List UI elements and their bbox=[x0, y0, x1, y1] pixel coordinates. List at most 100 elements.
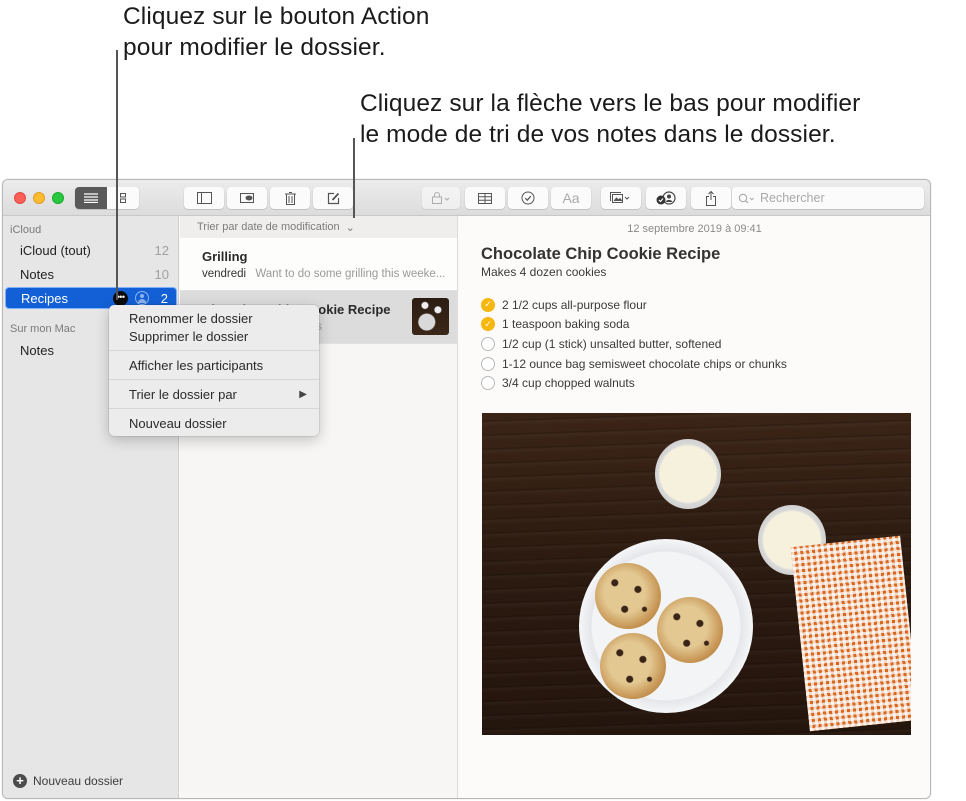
menu-item-delete-folder[interactable]: Supprimer le dossier bbox=[109, 327, 319, 345]
toolbar: Aa Rechercher bbox=[3, 180, 930, 216]
attachments-icon bbox=[239, 193, 254, 203]
checklist-item-text: 1 teaspoon baking soda bbox=[502, 317, 630, 332]
menu-item-sort-folder-by[interactable]: Trier le dossier par ▶ bbox=[109, 385, 319, 403]
menu-item-rename-folder[interactable]: Renommer le dossier bbox=[109, 309, 319, 327]
notes-list: Trier par date de modification ⌄ Grillin… bbox=[180, 216, 458, 798]
submenu-arrow-icon: ▶ bbox=[299, 388, 307, 400]
search-placeholder: Rechercher bbox=[760, 191, 825, 205]
checkbox-unchecked-icon[interactable] bbox=[481, 356, 495, 371]
close-window-button[interactable] bbox=[14, 192, 26, 204]
delete-note-button[interactable] bbox=[270, 187, 310, 209]
ingredient-checklist: ✓ 2 1/2 cups all-purpose flour ✓ 1 teasp… bbox=[481, 295, 787, 393]
menu-item-new-folder[interactable]: Nouveau dossier bbox=[109, 414, 319, 432]
checklist-item: ✓ 1 teaspoon baking soda bbox=[481, 315, 787, 335]
checkbox-checked-icon[interactable]: ✓ bbox=[481, 297, 495, 312]
cookie bbox=[595, 563, 661, 629]
trash-icon bbox=[284, 191, 296, 205]
media-icon bbox=[610, 192, 630, 203]
note-meta: vendredi Want to do some grilling this w… bbox=[202, 268, 445, 280]
cookie bbox=[657, 597, 723, 663]
attachments-button[interactable] bbox=[227, 187, 267, 209]
view-mode-segmented-control bbox=[75, 187, 139, 209]
table-button[interactable] bbox=[465, 187, 505, 209]
sidebar-item-notes[interactable]: Notes 10 bbox=[3, 263, 179, 285]
new-folder-label: Nouveau dossier bbox=[33, 774, 124, 788]
sidebar-item-label: iCloud (tout) bbox=[20, 242, 91, 258]
sidebar-section-on-my-mac: Sur mon Mac bbox=[10, 323, 76, 335]
lock-note-button[interactable] bbox=[422, 187, 460, 209]
notes-window: Aa Rechercher iCloud iCloud (tout) 12 No… bbox=[2, 179, 931, 799]
sidebar-item-label: Recipes bbox=[21, 290, 68, 306]
table-icon bbox=[478, 192, 492, 204]
checklist-item: 1-12 ounce bag semisweet chocolate chips… bbox=[481, 354, 787, 374]
compose-icon bbox=[327, 192, 339, 204]
checklist-item: 1/2 cup (1 stick) unsalted butter, softe… bbox=[481, 334, 787, 354]
new-folder-button[interactable]: + Nouveau dossier bbox=[13, 774, 123, 788]
menu-item-show-participants[interactable]: Afficher les participants bbox=[109, 356, 319, 374]
format-icon: Aa bbox=[562, 190, 580, 206]
note-date-header: 12 septembre 2019 à 09:41 bbox=[627, 223, 762, 235]
sidebar-icon bbox=[196, 192, 212, 204]
collaborate-button[interactable] bbox=[646, 187, 686, 209]
list-view-button[interactable] bbox=[75, 187, 107, 209]
checklist-button[interactable] bbox=[508, 187, 548, 209]
format-button[interactable]: Aa bbox=[551, 187, 591, 209]
note-heading: Chocolate Chip Cookie Recipe bbox=[481, 245, 721, 263]
sidebar-item-label: Notes bbox=[20, 266, 54, 282]
share-button[interactable] bbox=[691, 187, 731, 209]
folder-action-menu: Renommer le dossier Supprimer le dossier… bbox=[109, 305, 319, 436]
note-preview: Want to do some grilling this weeke... bbox=[255, 268, 446, 280]
menu-separator bbox=[109, 350, 319, 351]
checklist-item-text: 1-12 ounce bag semisweet chocolate chips… bbox=[502, 356, 787, 371]
sidebar-item-count: 10 bbox=[154, 266, 169, 282]
checkbox-unchecked-icon[interactable] bbox=[481, 376, 495, 391]
minimize-window-button[interactable] bbox=[33, 192, 45, 204]
search-icon bbox=[738, 193, 754, 203]
list-icon bbox=[84, 193, 98, 203]
note-thumbnail bbox=[412, 298, 449, 335]
callout-line: Cliquez sur la flèche vers le bas pour m… bbox=[360, 90, 861, 117]
sort-chevron-down-icon[interactable]: ⌄ bbox=[346, 221, 355, 234]
share-icon bbox=[706, 190, 716, 206]
checklist-item: ✓ 2 1/2 cups all-purpose flour bbox=[481, 295, 787, 315]
cookie bbox=[600, 633, 666, 699]
cookies-photo bbox=[482, 413, 911, 735]
collaborate-icon bbox=[656, 191, 676, 205]
checkbox-checked-icon[interactable]: ✓ bbox=[481, 317, 495, 332]
media-button[interactable] bbox=[601, 187, 641, 209]
checklist-item-text: 2 1/2 cups all-purpose flour bbox=[502, 297, 647, 312]
menu-separator bbox=[109, 379, 319, 380]
plus-circle-icon: + bbox=[13, 774, 27, 788]
sort-bar: Trier par date de modification ⌄ bbox=[180, 216, 457, 238]
zoom-window-button[interactable] bbox=[52, 192, 64, 204]
checklist-icon bbox=[521, 191, 535, 205]
callout-leader-line bbox=[116, 50, 118, 300]
checklist-item-text: 1/2 cup (1 stick) unsalted butter, softe… bbox=[502, 336, 722, 351]
gallery-view-button[interactable] bbox=[107, 187, 139, 209]
note-list-item[interactable]: Grilling vendredi Want to do some grilli… bbox=[180, 238, 457, 291]
search-field[interactable]: Rechercher bbox=[732, 187, 924, 209]
checklist-item: 3/4 cup chopped walnuts bbox=[481, 373, 787, 393]
folders-sidebar: iCloud iCloud (tout) 12 Notes 10 Recipes… bbox=[3, 216, 179, 798]
menu-item-label: Trier le dossier par bbox=[129, 386, 237, 402]
milk-glass bbox=[655, 439, 721, 509]
sort-label: Trier par date de modification bbox=[197, 221, 340, 233]
sidebar-item-count: 2 bbox=[160, 290, 168, 306]
note-subtitle: Makes 4 dozen cookies bbox=[481, 265, 607, 279]
callout-line: Cliquez sur le bouton Action bbox=[123, 3, 430, 30]
note-title: Grilling bbox=[202, 249, 248, 264]
callout-line: pour modifier le dossier. bbox=[123, 34, 386, 61]
sidebar-item-count: 12 bbox=[154, 242, 169, 258]
checkbox-unchecked-icon[interactable] bbox=[481, 336, 495, 351]
note-editor[interactable]: 12 septembre 2019 à 09:41 Chocolate Chip… bbox=[459, 216, 930, 798]
gallery-icon bbox=[120, 193, 126, 203]
callout-sort-arrow: Cliquez sur la flèche vers le bas pour m… bbox=[360, 88, 860, 150]
menu-separator bbox=[109, 408, 319, 409]
shared-folder-icon bbox=[135, 291, 149, 305]
new-note-button[interactable] bbox=[313, 187, 353, 209]
toggle-sidebar-button[interactable] bbox=[184, 187, 224, 209]
sidebar-item-icloud-all[interactable]: iCloud (tout) 12 bbox=[3, 239, 179, 261]
callout-leader-line bbox=[353, 138, 355, 218]
note-date: vendredi bbox=[202, 268, 247, 280]
sidebar-item-label: Notes bbox=[20, 342, 54, 358]
